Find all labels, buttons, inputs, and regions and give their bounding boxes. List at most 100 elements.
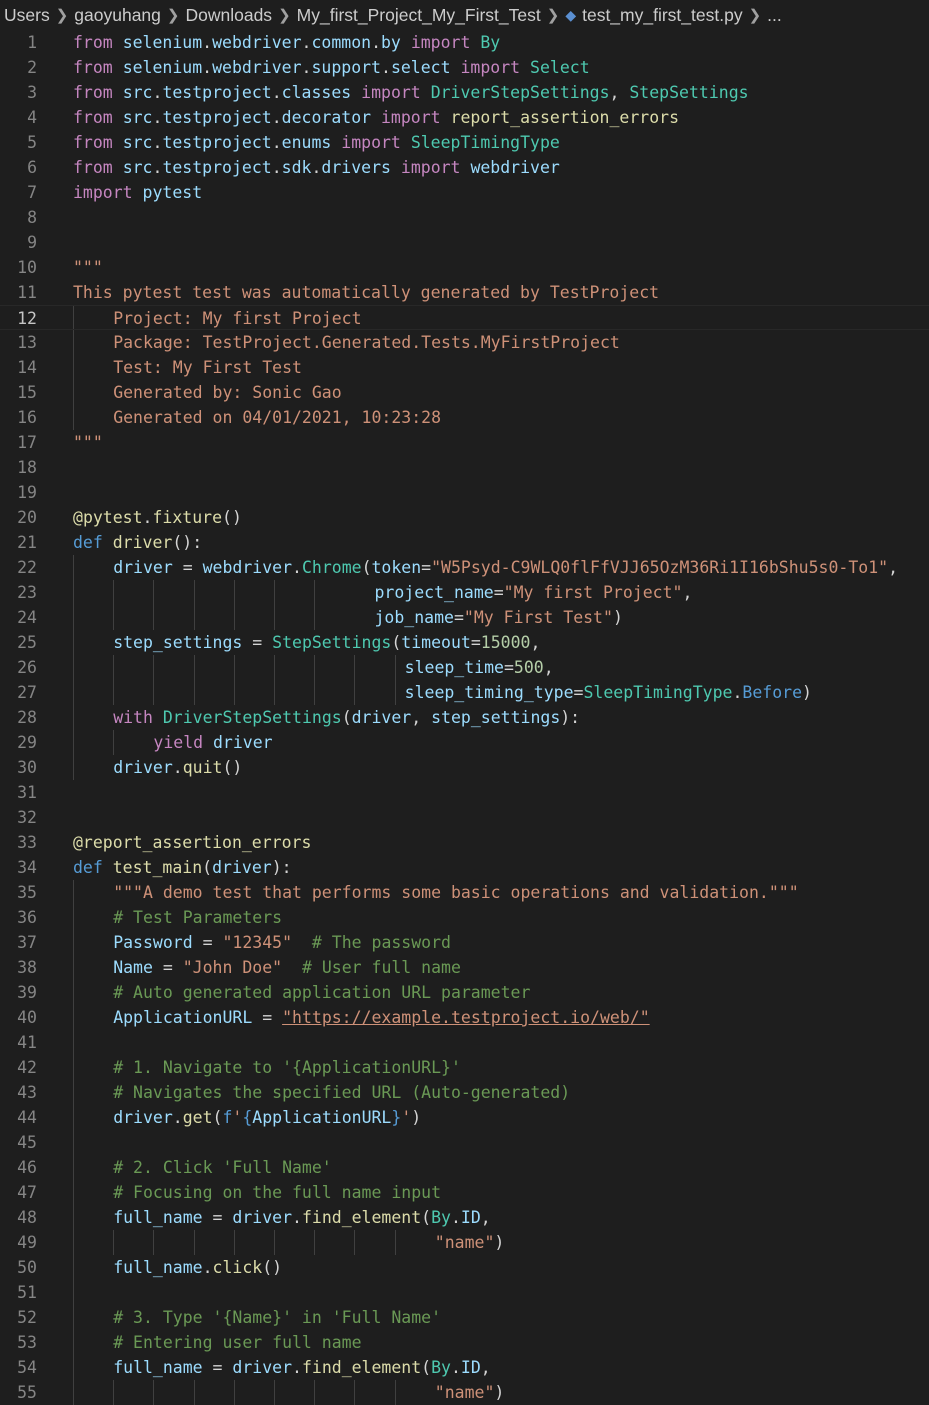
code-line[interactable]: 20@pytest.fixture() bbox=[0, 505, 929, 530]
breadcrumb-downloads[interactable]: Downloads bbox=[185, 5, 272, 26]
code-line[interactable]: 29yield driver bbox=[0, 730, 929, 755]
code-line[interactable]: 49"name") bbox=[0, 1230, 929, 1255]
line-number[interactable]: 7 bbox=[0, 180, 37, 205]
line-number[interactable]: 41 bbox=[0, 1030, 37, 1055]
line-number[interactable]: 23 bbox=[0, 580, 37, 605]
line-number[interactable]: 11 bbox=[0, 280, 37, 305]
line-number[interactable]: 26 bbox=[0, 655, 37, 680]
code-line[interactable]: 12Project: My first Project bbox=[0, 305, 929, 330]
line-number[interactable]: 19 bbox=[0, 480, 37, 505]
line-number[interactable]: 3 bbox=[0, 80, 37, 105]
line-number[interactable]: 15 bbox=[0, 380, 37, 405]
code-line[interactable]: 38Name = "John Doe" # User full name bbox=[0, 955, 929, 980]
code-line[interactable]: 24job_name="My First Test") bbox=[0, 605, 929, 630]
line-number[interactable]: 32 bbox=[0, 805, 37, 830]
line-number[interactable]: 47 bbox=[0, 1180, 37, 1205]
code-line[interactable]: 15Generated by: Sonic Gao bbox=[0, 380, 929, 405]
code-line[interactable]: 11This pytest test was automatically gen… bbox=[0, 280, 929, 305]
line-number[interactable]: 27 bbox=[0, 680, 37, 705]
line-number[interactable]: 14 bbox=[0, 355, 37, 380]
code-line[interactable]: 6from src.testproject.sdk.drivers import… bbox=[0, 155, 929, 180]
code-line[interactable]: 3from src.testproject.classes import Dri… bbox=[0, 80, 929, 105]
code-line[interactable]: 13Package: TestProject.Generated.Tests.M… bbox=[0, 330, 929, 355]
code-line[interactable]: 27sleep_timing_type=SleepTimingType.Befo… bbox=[0, 680, 929, 705]
line-number[interactable]: 37 bbox=[0, 930, 37, 955]
code-line[interactable]: 43# Navigates the specified URL (Auto-ge… bbox=[0, 1080, 929, 1105]
breadcrumb-more[interactable]: ... bbox=[767, 5, 782, 26]
line-number[interactable]: 48 bbox=[0, 1205, 37, 1230]
line-number[interactable]: 22 bbox=[0, 555, 37, 580]
line-number[interactable]: 20 bbox=[0, 505, 37, 530]
line-number[interactable]: 5 bbox=[0, 130, 37, 155]
code-line[interactable]: 5from src.testproject.enums import Sleep… bbox=[0, 130, 929, 155]
line-number[interactable]: 52 bbox=[0, 1305, 37, 1330]
code-line[interactable]: 34def test_main(driver): bbox=[0, 855, 929, 880]
line-number[interactable]: 39 bbox=[0, 980, 37, 1005]
line-number[interactable]: 54 bbox=[0, 1355, 37, 1380]
code-line[interactable]: 16Generated on 04/01/2021, 10:23:28 bbox=[0, 405, 929, 430]
line-number[interactable]: 24 bbox=[0, 605, 37, 630]
code-line[interactable]: 54full_name = driver.find_element(By.ID, bbox=[0, 1355, 929, 1380]
line-number[interactable]: 8 bbox=[0, 205, 37, 230]
line-number[interactable]: 44 bbox=[0, 1105, 37, 1130]
line-number[interactable]: 40 bbox=[0, 1005, 37, 1030]
line-number[interactable]: 30 bbox=[0, 755, 37, 780]
line-number[interactable]: 31 bbox=[0, 780, 37, 805]
line-number[interactable]: 10 bbox=[0, 255, 37, 280]
line-number[interactable]: 33 bbox=[0, 830, 37, 855]
code-line[interactable]: 44driver.get(f'{ApplicationURL}') bbox=[0, 1105, 929, 1130]
code-line[interactable]: 26sleep_time=500, bbox=[0, 655, 929, 680]
line-number[interactable]: 16 bbox=[0, 405, 37, 430]
code-line[interactable]: 46# 2. Click 'Full Name' bbox=[0, 1155, 929, 1180]
code-line[interactable]: 21def driver(): bbox=[0, 530, 929, 555]
code-line[interactable]: 7import pytest bbox=[0, 180, 929, 205]
line-number[interactable]: 42 bbox=[0, 1055, 37, 1080]
code-line[interactable]: 23project_name="My first Project", bbox=[0, 580, 929, 605]
line-number[interactable]: 49 bbox=[0, 1230, 37, 1255]
breadcrumb-file[interactable]: test_my_first_test.py bbox=[582, 5, 742, 26]
code-line[interactable]: 22driver = webdriver.Chrome(token="W5Psy… bbox=[0, 555, 929, 580]
line-number[interactable]: 1 bbox=[0, 30, 37, 55]
code-line[interactable]: 33@report_assertion_errors bbox=[0, 830, 929, 855]
breadcrumb-users[interactable]: Users bbox=[4, 5, 50, 26]
code-line[interactable]: 19 bbox=[0, 480, 929, 505]
line-number[interactable]: 45 bbox=[0, 1130, 37, 1155]
breadcrumb-project-folder[interactable]: My_first_Project_My_First_Test bbox=[297, 5, 541, 26]
line-number[interactable]: 53 bbox=[0, 1330, 37, 1355]
line-number[interactable]: 38 bbox=[0, 955, 37, 980]
code-line[interactable]: 17""" bbox=[0, 430, 929, 455]
line-number[interactable]: 13 bbox=[0, 330, 37, 355]
code-line[interactable]: 14Test: My First Test bbox=[0, 355, 929, 380]
code-line[interactable]: 1from selenium.webdriver.common.by impor… bbox=[0, 30, 929, 55]
code-line[interactable]: 18 bbox=[0, 455, 929, 480]
code-line[interactable]: 31 bbox=[0, 780, 929, 805]
code-line[interactable]: 4from src.testproject.decorator import r… bbox=[0, 105, 929, 130]
line-number[interactable]: 25 bbox=[0, 630, 37, 655]
code-line[interactable]: 53# Entering user full name bbox=[0, 1330, 929, 1355]
code-line[interactable]: 51 bbox=[0, 1280, 929, 1305]
line-number[interactable]: 35 bbox=[0, 880, 37, 905]
code-line[interactable]: 37Password = "12345" # The password bbox=[0, 930, 929, 955]
code-line[interactable]: 2from selenium.webdriver.support.select … bbox=[0, 55, 929, 80]
code-line[interactable]: 30driver.quit() bbox=[0, 755, 929, 780]
line-number[interactable]: 51 bbox=[0, 1280, 37, 1305]
code-line[interactable]: 55"name") bbox=[0, 1380, 929, 1405]
code-line[interactable]: 39# Auto generated application URL param… bbox=[0, 980, 929, 1005]
line-number[interactable]: 36 bbox=[0, 905, 37, 930]
line-number[interactable]: 4 bbox=[0, 105, 37, 130]
code-line[interactable]: 50full_name.click() bbox=[0, 1255, 929, 1280]
code-line[interactable]: 32 bbox=[0, 805, 929, 830]
code-line[interactable]: 48full_name = driver.find_element(By.ID, bbox=[0, 1205, 929, 1230]
code-line[interactable]: 8 bbox=[0, 205, 929, 230]
line-number[interactable]: 21 bbox=[0, 530, 37, 555]
line-number[interactable]: 55 bbox=[0, 1380, 37, 1405]
code-line[interactable]: 42# 1. Navigate to '{ApplicationURL}' bbox=[0, 1055, 929, 1080]
breadcrumb-user-folder[interactable]: gaoyuhang bbox=[74, 5, 161, 26]
code-line[interactable]: 36# Test Parameters bbox=[0, 905, 929, 930]
line-number[interactable]: 17 bbox=[0, 430, 37, 455]
line-number[interactable]: 2 bbox=[0, 55, 37, 80]
line-number[interactable]: 28 bbox=[0, 705, 37, 730]
line-number[interactable]: 12 bbox=[0, 306, 37, 331]
code-line[interactable]: 35"""A demo test that performs some basi… bbox=[0, 880, 929, 905]
code-line[interactable]: 52# 3. Type '{Name}' in 'Full Name' bbox=[0, 1305, 929, 1330]
